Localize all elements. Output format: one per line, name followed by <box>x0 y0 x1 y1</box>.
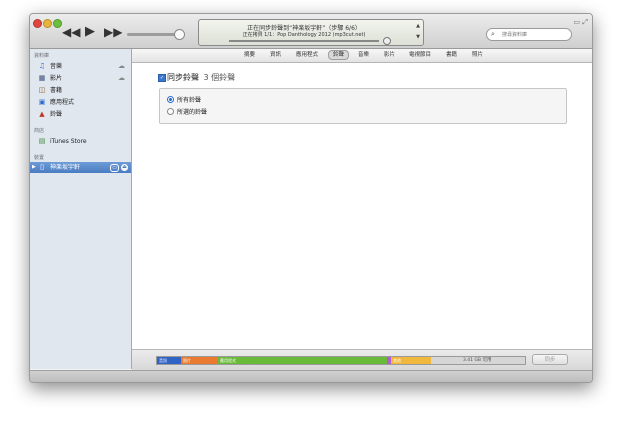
tab-ringtones[interactable]: 鈴聲 <box>328 50 350 60</box>
tab-movies[interactable]: 影片 <box>380 51 399 59</box>
disclosure-triangle-icon[interactable]: ▶ <box>32 162 36 173</box>
fast-forward-icon[interactable]: ▶▶ <box>104 26 122 38</box>
tab-info[interactable]: 資訊 <box>266 51 285 59</box>
bell-icon: ▲ <box>39 110 45 118</box>
sidebar-item-itunes-store[interactable]: ▤ iTunes Store <box>30 136 131 147</box>
zoom-window-button[interactable] <box>53 19 62 28</box>
sidebar-item-label: 影片 <box>50 75 63 82</box>
lcd-up-arrow-icon[interactable]: ▲ <box>416 23 420 29</box>
search-icon: ⌕ <box>491 30 495 38</box>
itunes-window: ◀◀ ▶ ▶▶ 正在同步鈴聲到“神楽坂宇軒”（步驟 6/6） 正在拷貝 1/1：… <box>29 13 593 383</box>
ringtone-options-box: 所有鈴聲 所選的鈴聲 <box>159 88 567 124</box>
all-ringtones-radio[interactable] <box>167 96 174 103</box>
tab-apps[interactable]: 應用程式 <box>292 51 322 59</box>
all-ringtones-label: 所有鈴聲 <box>177 97 202 104</box>
sidebar-item-music[interactable]: ♫ 音樂 ☁ <box>30 61 131 72</box>
sidebar-heading-store: 商店 <box>34 128 45 134</box>
sidebar-item-ringtones[interactable]: ▲ 鈴聲 <box>30 109 131 120</box>
sidebar-item-label: 音樂 <box>50 63 63 70</box>
store-icon: ▤ <box>38 137 46 145</box>
tab-tv-shows[interactable]: 電視節目 <box>405 51 435 59</box>
lcd-cancel-icon[interactable] <box>383 37 391 45</box>
sidebar-heading-library: 資料庫 <box>34 53 50 59</box>
titlebar: ◀◀ ▶ ▶▶ 正在同步鈴聲到“神楽坂宇軒”（步驟 6/6） 正在拷貝 1/1：… <box>30 14 592 49</box>
window-mode-icons[interactable]: ▭ ⤢ <box>574 18 588 27</box>
lcd-status-display: 正在同步鈴聲到“神楽坂宇軒”（步驟 6/6） 正在拷貝 1/1：Pop Dant… <box>198 19 424 46</box>
battery-icon: ▭ <box>110 164 119 172</box>
sidebar-item-label: iTunes Store <box>50 138 87 145</box>
sidebar-item-apps[interactable]: ▣ 應用程式 <box>30 97 131 108</box>
cloud-icon[interactable]: ☁ <box>118 61 125 72</box>
sync-ringtones-checkbox[interactable]: ✓ <box>158 74 166 82</box>
sidebar-heading-devices: 裝置 <box>34 155 45 161</box>
free-space-label: 3.41 GB 可用 <box>463 358 492 363</box>
capacity-footer: 其他 應用程式 照片 音訊 3.41 GB 可用 同步 <box>132 349 592 370</box>
rewind-icon[interactable]: ◀◀ <box>62 26 80 38</box>
minimize-window-button[interactable] <box>43 19 52 28</box>
selected-ringtones-radio[interactable] <box>167 108 174 115</box>
sidebar-item-device[interactable]: ▶ ▯ 神楽坂宇軒 ▭ ⏏ <box>30 162 131 173</box>
tab-summary[interactable]: 摘要 <box>240 51 259 59</box>
window-bottom-bar <box>30 370 592 382</box>
tab-photos[interactable]: 照片 <box>468 51 487 59</box>
sync-button[interactable]: 同步 <box>532 354 568 365</box>
sidebar-item-label: 書籍 <box>50 87 63 94</box>
ringtone-count: 3 個鈴聲 <box>203 73 236 82</box>
sidebar-item-label: 應用程式 <box>50 99 75 106</box>
selected-ringtones-label: 所選的鈴聲 <box>177 109 208 116</box>
volume-slider-knob[interactable] <box>174 29 185 40</box>
app-icon: ▣ <box>38 98 46 106</box>
music-note-icon: ♫ <box>38 62 46 70</box>
tab-music[interactable]: 音樂 <box>354 51 373 59</box>
iphone-icon: ▯ <box>40 163 44 171</box>
sidebar-item-label: 神楽坂宇軒 <box>50 164 81 171</box>
capacity-segment: 其他 <box>391 357 431 364</box>
capacity-segment: 音訊 <box>157 357 181 364</box>
capacity-bar: 其他 應用程式 照片 音訊 3.41 GB 可用 <box>156 356 526 365</box>
sidebar-item-movies[interactable]: ▦ 影片 ☁ <box>30 73 131 84</box>
device-content-pane: 摘要 資訊 應用程式 鈴聲 音樂 影片 電視節目 書籍 照片 ✓ 同步鈴聲 3 … <box>132 49 592 370</box>
tab-books[interactable]: 書籍 <box>442 51 461 59</box>
eject-icon[interactable]: ⏏ <box>121 164 128 171</box>
lcd-detail-line: 正在拷貝 1/1：Pop Danthology 2012 (mp3cut.net… <box>242 32 366 38</box>
sidebar-item-label: 鈴聲 <box>50 111 63 118</box>
capacity-segment: 應用程式 <box>218 357 387 364</box>
sync-ringtones-heading: 同步鈴聲 3 個鈴聲 <box>167 72 235 83</box>
search-field[interactable]: ⌕ <box>486 28 572 41</box>
cloud-icon[interactable]: ☁ <box>118 73 125 84</box>
sidebar: 資料庫 ♫ 音樂 ☁ ▦ 影片 ☁ ◫ 書籍 ▣ 應用程式 ▲ 鈴聲 商店 ▤ … <box>30 49 132 369</box>
film-icon: ▦ <box>38 74 46 82</box>
sidebar-item-books[interactable]: ◫ 書籍 <box>30 85 131 96</box>
capacity-segment <box>387 357 391 364</box>
capacity-segment: 照片 <box>181 357 218 364</box>
lcd-progress-track <box>229 40 379 42</box>
play-icon[interactable]: ▶ <box>85 25 95 38</box>
search-input[interactable] <box>502 29 566 40</box>
book-icon: ◫ <box>38 86 46 94</box>
close-window-button[interactable] <box>33 19 42 28</box>
lcd-down-arrow-icon[interactable]: ▼ <box>416 34 420 40</box>
sync-ringtones-label: 同步鈴聲 <box>167 73 199 82</box>
volume-slider-track[interactable] <box>127 33 177 36</box>
device-tab-bar: 摘要 資訊 應用程式 鈴聲 音樂 影片 電視節目 書籍 照片 <box>132 49 592 63</box>
